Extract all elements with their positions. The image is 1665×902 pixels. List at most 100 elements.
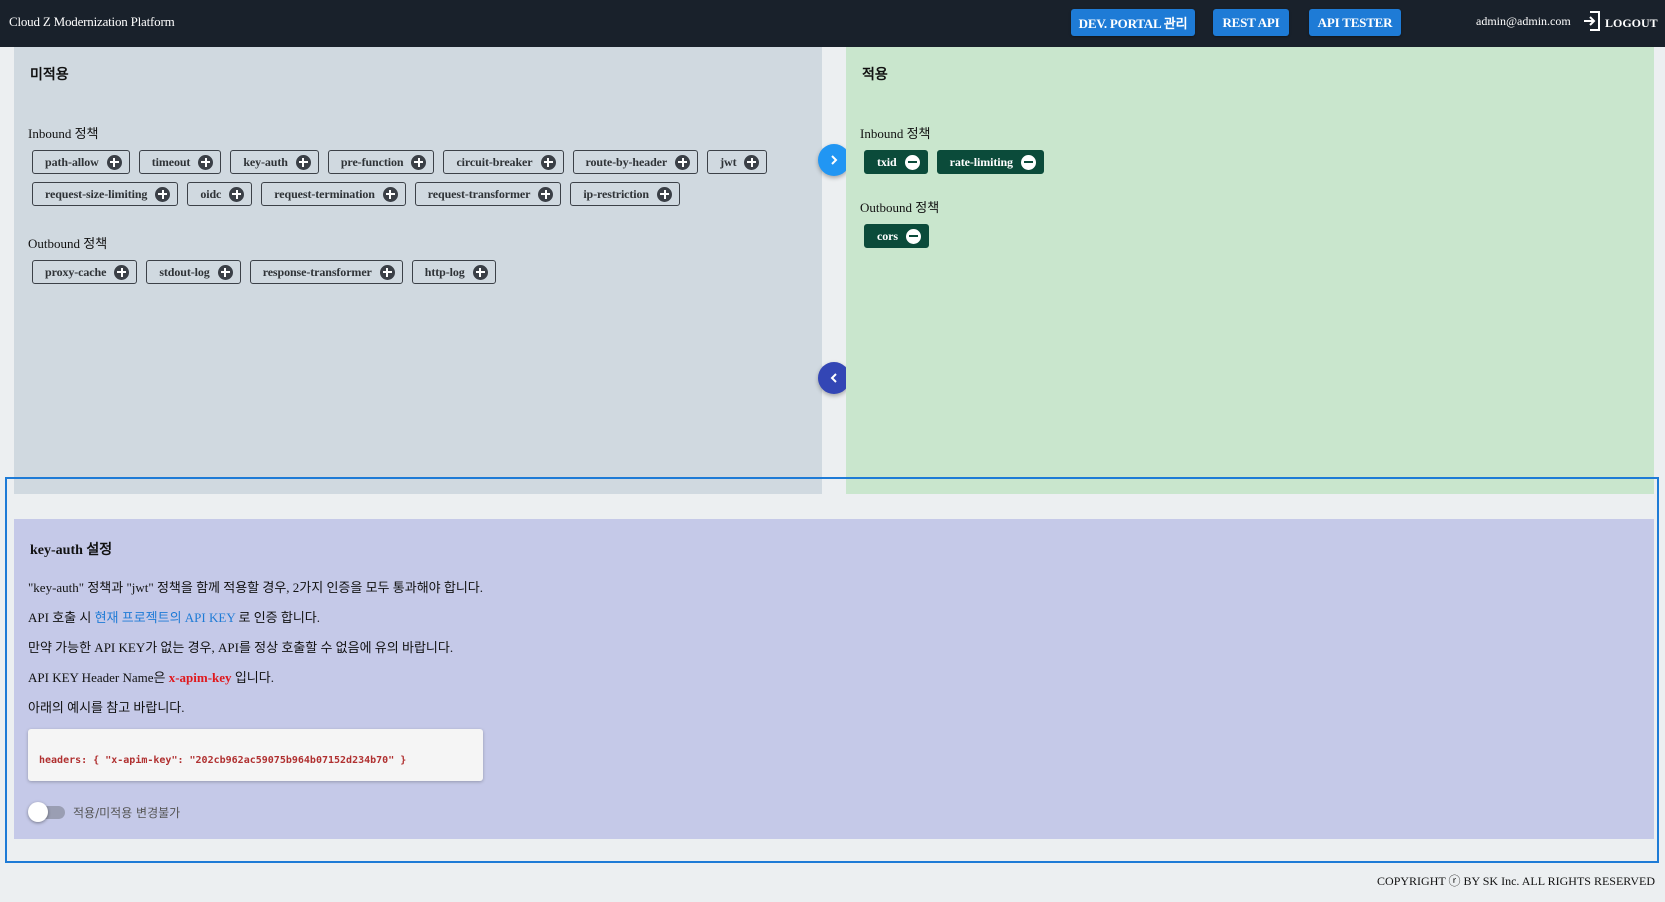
plus-circle-icon[interactable] <box>411 154 427 170</box>
policy-chip-response-transformer[interactable]: response-transformer <box>249 260 403 284</box>
plus-circle-icon[interactable] <box>472 264 488 280</box>
policy-chip-pre-function[interactable]: pre-function <box>327 150 435 174</box>
plus-circle-icon[interactable] <box>106 154 122 170</box>
minus-circle-icon[interactable] <box>905 228 921 244</box>
plus-circle-icon[interactable] <box>382 186 398 202</box>
plus-circle-icon[interactable] <box>217 264 233 280</box>
toggle-knob <box>28 802 48 822</box>
chevron-left-icon <box>830 373 837 383</box>
policy-chip-label: response-transformer <box>262 264 372 279</box>
user-email: admin@admin.com <box>1476 14 1571 28</box>
policy-chip-label: request-size-limiting <box>45 186 148 201</box>
apply-toggle-row: 적용/미적용 변경불가 <box>28 801 180 823</box>
settings-line-1: "key-auth" 정책과 "jwt" 정책을 함께 적용할 경우, 2가지 … <box>28 580 483 595</box>
policy-chip-request-termination[interactable]: request-termination <box>261 182 406 206</box>
policy-chip-label: circuit-breaker <box>456 154 533 169</box>
settings-line-4-suffix: 입니다. <box>231 670 274 685</box>
unapplied-outbound-list: proxy-cache stdout-log response-transforme… <box>32 260 822 284</box>
plus-circle-icon[interactable] <box>657 186 673 202</box>
minus-circle-icon[interactable] <box>1020 154 1036 170</box>
api-tester-button[interactable]: API TESTER <box>1309 9 1401 36</box>
policy-chip-timeout[interactable]: timeout <box>138 150 222 174</box>
settings-line-3: 만약 가능한 API KEY가 없는 경우, API를 정상 호출할 수 없음에… <box>28 640 454 655</box>
key-auth-settings: key-auth 설정 "key-auth" 정책과 "jwt" 정책을 함께 … <box>14 519 1654 839</box>
unapplied-outbound-label: Outbound 정책 <box>28 236 108 251</box>
policy-chip-label: txid <box>877 154 897 169</box>
policy-chip-txid[interactable]: txid <box>864 150 928 174</box>
policy-chip-request-transformer[interactable]: request-transformer <box>414 182 562 206</box>
settings-line-5: 아래의 예시를 참고 바랍니다. <box>28 700 185 715</box>
header-name-key: x-apim-key <box>168 670 232 685</box>
logout-button[interactable]: LOGOUT <box>1583 11 1658 35</box>
applied-outbound-list: cors <box>864 224 1644 248</box>
chevron-right-icon <box>831 155 838 165</box>
plus-circle-icon[interactable] <box>295 154 311 170</box>
plus-circle-icon[interactable] <box>198 154 214 170</box>
applied-inbound-list: txid rate-limiting <box>864 150 1644 174</box>
minus-circle-icon[interactable] <box>904 154 920 170</box>
policy-chip-circuit-breaker[interactable]: circuit-breaker <box>443 150 564 174</box>
policy-chip-label: request-transformer <box>427 186 531 201</box>
logout-label: LOGOUT <box>1605 15 1658 30</box>
settings-line-4: API KEY Header Name은 x-apim-key 입니다. <box>28 667 274 686</box>
top-navbar: Cloud Z Modernization Platform DEV. PORT… <box>0 0 1665 47</box>
plus-circle-icon[interactable] <box>155 186 171 202</box>
policy-chip-path-allow[interactable]: path-allow <box>32 150 130 174</box>
code-example: headers: { "x-apim-key": "202cb962ac5907… <box>39 755 407 766</box>
applied-outbound-label: Outbound 정책 <box>860 200 940 215</box>
brand-title[interactable]: Cloud Z Modernization Platform <box>9 14 175 30</box>
apply-toggle-switch[interactable] <box>28 801 65 823</box>
policy-chip-key-auth[interactable]: key-auth <box>230 150 319 174</box>
plus-circle-icon[interactable] <box>114 264 130 280</box>
policy-chip-request-size-limiting[interactable]: request-size-limiting <box>32 182 179 206</box>
settings-line-2-prefix: API 호출 시 <box>28 610 95 625</box>
footer-copyright: COPYRIGHT ⓡ BY SK Inc. ALL RIGHTS RESERV… <box>1377 874 1655 888</box>
policy-chip-label: key-auth <box>243 154 288 169</box>
applied-inbound-label: Inbound 정책 <box>860 126 931 141</box>
settings-line-2: API 호출 시 현재 프로젝트의 API KEY 로 인증 합니다. <box>28 607 320 626</box>
logout-icon <box>1583 11 1601 35</box>
policy-chip-label: request-termination <box>274 186 375 201</box>
dev-portal-button[interactable]: DEV. PORTAL 관리 <box>1071 9 1195 36</box>
unapplied-title: 미적용 <box>30 68 69 83</box>
plus-circle-icon[interactable] <box>744 154 760 170</box>
code-example-box: headers: { "x-apim-key": "202cb962ac5907… <box>28 729 483 781</box>
policy-chip-label: pre-function <box>340 154 404 169</box>
policy-chip-label: proxy-cache <box>45 264 107 279</box>
unapplied-panel: 미적용 Inbound 정책 path-allow timeout key-auth… <box>14 47 822 494</box>
settings-title: key-auth 설정 <box>30 543 113 558</box>
policy-chip-cors[interactable]: cors <box>864 224 929 248</box>
toggle-label: 적용/미적용 변경불가 <box>73 805 181 820</box>
rest-api-button[interactable]: REST API <box>1213 9 1289 36</box>
policy-chip-ip-restriction[interactable]: ip-restriction <box>570 182 681 206</box>
policy-chip-route-by-header[interactable]: route-by-header <box>572 150 699 174</box>
unapplied-inbound-label: Inbound 정책 <box>28 126 99 141</box>
applied-panel: 적용 Inbound 정책 txid rate-limiting Outbound… <box>846 47 1654 494</box>
policy-chip-label: stdout-log <box>159 264 210 279</box>
policy-chip-label: cors <box>877 228 898 243</box>
policy-chip-label: rate-limiting <box>949 154 1013 169</box>
plus-circle-icon[interactable] <box>538 186 554 202</box>
policy-chip-jwt[interactable]: jwt <box>707 150 768 174</box>
policy-chip-label: oidc <box>200 186 222 201</box>
policy-chip-label: path-allow <box>45 154 99 169</box>
policy-chip-stdout-log[interactable]: stdout-log <box>146 260 241 284</box>
policy-chip-label: http-log <box>424 264 465 279</box>
unapplied-inbound-list: path-allow timeout key-auth pre-function cir… <box>32 150 822 206</box>
plus-circle-icon[interactable] <box>229 186 245 202</box>
policy-chip-label: timeout <box>151 154 191 169</box>
policy-chip-label: ip-restriction <box>583 186 650 201</box>
settings-line-2-suffix: 로 인증 합니다. <box>235 610 320 625</box>
applied-title: 적용 <box>862 68 888 83</box>
policy-chip-rate-limiting[interactable]: rate-limiting <box>936 150 1044 174</box>
plus-circle-icon[interactable] <box>675 154 691 170</box>
project-api-key-link[interactable]: 현재 프로젝트의 API KEY <box>95 610 236 625</box>
policy-chip-http-log[interactable]: http-log <box>411 260 496 284</box>
policy-chip-oidc[interactable]: oidc <box>187 182 253 206</box>
policy-chip-label: route-by-header <box>585 154 668 169</box>
settings-line-4-prefix: API KEY Header Name은 <box>28 670 169 685</box>
policy-chip-proxy-cache[interactable]: proxy-cache <box>32 260 138 284</box>
plus-circle-icon[interactable] <box>540 154 556 170</box>
policy-chip-label: jwt <box>720 154 737 169</box>
plus-circle-icon[interactable] <box>379 264 395 280</box>
